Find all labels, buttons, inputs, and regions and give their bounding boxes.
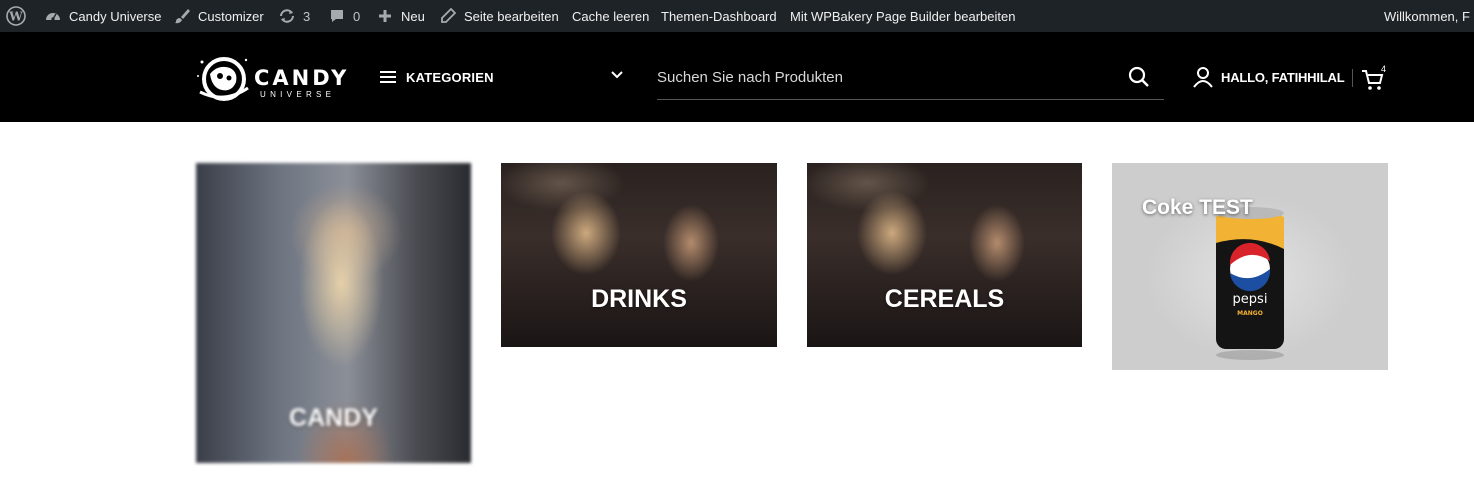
logo-brand-text: CANDY <box>254 66 350 90</box>
clear-cache-label: Cache leeren <box>572 8 650 24</box>
product-search-form <box>657 54 1164 100</box>
category-label-coke-test: Coke TEST <box>1142 196 1253 219</box>
wordpress-logo-button[interactable]: W <box>6 0 26 32</box>
account-greeting: HALLO, FATIHHILAL <box>1221 69 1345 85</box>
new-label: Neu <box>401 8 425 24</box>
category-label-drinks: DRINKS <box>591 285 687 313</box>
comments-link[interactable]: 0 <box>327 0 360 32</box>
site-logo[interactable]: CANDY UNIVERSE <box>196 54 352 104</box>
hamburger-menu-icon <box>380 71 396 83</box>
category-label-candy: CANDY <box>289 404 378 432</box>
cart-button[interactable]: 4 <box>1361 64 1389 92</box>
clear-cache-link[interactable]: Cache leeren <box>572 0 649 32</box>
product-search-input[interactable] <box>657 66 1107 88</box>
comment-bubble-icon <box>327 6 347 26</box>
header-divider <box>1352 69 1353 87</box>
category-tile-coke-test[interactable]: pepsi MANGO Coke TEST <box>1112 163 1388 370</box>
pencil-icon <box>438 6 458 26</box>
can-flavor-text: MANGO <box>1237 310 1263 317</box>
theme-dashboard-link[interactable]: Themen-Dashboard <box>661 0 777 32</box>
svg-text:W: W <box>8 10 23 24</box>
updates-count: 3 <box>303 8 311 24</box>
edit-page-link[interactable]: Seite bearbeiten <box>438 0 559 32</box>
pepsi-can-image: pepsi MANGO <box>1216 207 1284 360</box>
can-brand-text: pepsi <box>1233 292 1268 307</box>
cart-count-badge: 4 <box>1381 64 1387 74</box>
search-icon[interactable] <box>1128 66 1150 88</box>
site-header: CANDY UNIVERSE KATEGORIEN HALLO, FATIHHI… <box>0 32 1474 122</box>
site-name-link[interactable]: Candy Universe <box>43 0 162 32</box>
account-link[interactable]: HALLO, FATIHHILAL <box>1193 62 1345 92</box>
category-tile-candy[interactable]: CANDY <box>196 163 471 463</box>
category-label-cereals: CEREALS <box>884 285 1005 313</box>
chevron-down-icon <box>611 71 623 79</box>
comments-count: 0 <box>353 8 361 24</box>
welcome-label: Willkommen, F <box>1384 8 1470 24</box>
dashboard-gauge-icon <box>43 6 63 26</box>
category-tile-cereals[interactable]: CEREALS <box>807 163 1082 347</box>
new-content-link[interactable]: Neu <box>375 0 425 32</box>
category-tile-drinks[interactable]: DRINKS <box>501 163 777 347</box>
categories-menu-toggle[interactable]: KATEGORIEN <box>380 54 628 100</box>
edit-page-label: Seite bearbeiten <box>464 8 559 24</box>
planet-logo-icon <box>197 57 249 101</box>
logo-sub-text: UNIVERSE <box>260 90 336 99</box>
updates-link[interactable]: 3 <box>277 0 310 32</box>
wordpress-icon: W <box>6 6 26 26</box>
customizer-label: Customizer <box>198 8 264 24</box>
paintbrush-icon <box>172 6 192 26</box>
user-icon <box>1193 67 1213 88</box>
plus-icon <box>375 6 395 26</box>
wpbakery-edit-label: Mit WPBakery Page Builder bearbeiten <box>790 8 1016 24</box>
account-welcome-link[interactable]: Willkommen, F <box>1384 0 1474 32</box>
wpbakery-edit-link[interactable]: Mit WPBakery Page Builder bearbeiten <box>790 0 1015 32</box>
customizer-link[interactable]: Customizer <box>172 0 264 32</box>
categories-label: KATEGORIEN <box>406 69 494 85</box>
updates-refresh-icon <box>277 6 297 26</box>
wp-admin-bar: W Candy Universe Customizer 3 0 Neu Seit… <box>0 0 1474 32</box>
site-name-label: Candy Universe <box>69 8 162 24</box>
theme-dashboard-label: Themen-Dashboard <box>661 8 777 24</box>
